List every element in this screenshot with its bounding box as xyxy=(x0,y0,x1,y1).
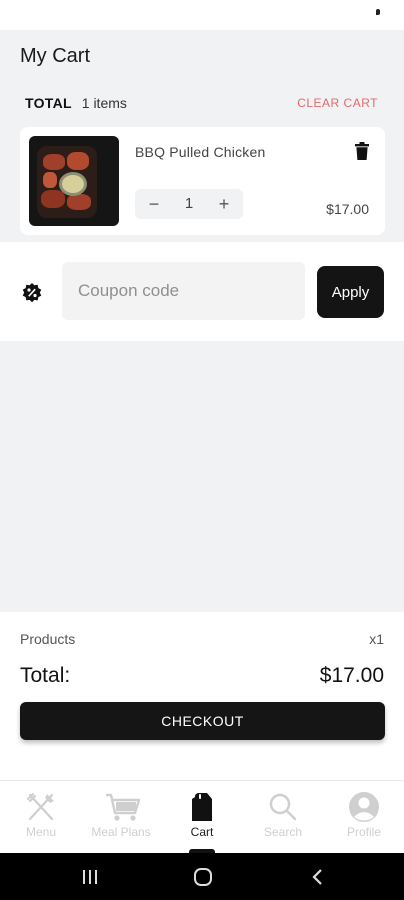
nav-item-search[interactable]: Search xyxy=(243,781,323,854)
item-price: $17.00 xyxy=(326,201,369,217)
bottom-nav: Menu Meal Plans Cart Search Profile xyxy=(0,780,404,854)
increase-quantity-button[interactable]: + xyxy=(207,189,241,219)
recent-apps-icon[interactable] xyxy=(82,867,98,887)
coupon-section: Apply xyxy=(0,242,404,341)
shopping-cart-icon xyxy=(105,791,141,823)
product-image xyxy=(29,136,119,226)
nav-label-cart: Cart xyxy=(190,825,214,839)
quantity-value: 1 xyxy=(184,195,194,212)
fork-knife-icon xyxy=(25,791,57,823)
home-icon[interactable] xyxy=(193,867,213,887)
nav-item-profile[interactable]: Profile xyxy=(324,781,404,854)
summary-total-label: Total: xyxy=(20,664,71,687)
checkout-button[interactable]: CHECKOUT xyxy=(20,702,385,740)
nav-label-search: Search xyxy=(263,825,303,839)
discount-icon xyxy=(22,283,42,303)
cart-item: BBQ Pulled Chicken − 1 + $17.00 xyxy=(20,127,385,235)
bag-icon xyxy=(186,791,218,823)
nav-item-cart[interactable]: Cart xyxy=(162,781,242,854)
item-name: BBQ Pulled Chicken xyxy=(135,144,266,160)
total-label: TOTAL xyxy=(25,95,72,111)
search-icon xyxy=(267,791,299,823)
nav-item-meal-plans[interactable]: Meal Plans xyxy=(81,781,161,854)
coupon-code-input[interactable] xyxy=(62,262,305,320)
products-quantity: x1 xyxy=(369,631,384,647)
quantity-stepper: − 1 + xyxy=(135,189,243,219)
item-count: 1 items xyxy=(81,95,127,111)
apply-coupon-button[interactable]: Apply xyxy=(317,266,384,318)
profile-icon xyxy=(348,791,380,823)
back-icon[interactable] xyxy=(310,867,324,887)
nav-label-menu: Menu xyxy=(25,825,57,839)
summary-total-value: $17.00 xyxy=(319,664,384,687)
nav-item-menu[interactable]: Menu xyxy=(1,781,81,854)
clear-cart-button[interactable]: CLEAR CART xyxy=(297,96,378,110)
sauce-cup xyxy=(59,172,87,196)
system-navigation-bar xyxy=(0,853,404,900)
nav-label-profile: Profile xyxy=(346,825,381,839)
status-indicator-icon xyxy=(376,9,380,15)
order-summary: Products x1 Total: $17.00 CHECKOUT xyxy=(0,612,404,780)
products-label: Products xyxy=(20,631,76,647)
page-title: My Cart xyxy=(20,45,90,67)
cart-total-row: TOTAL 1 items xyxy=(25,95,127,111)
decrease-quantity-button[interactable]: − xyxy=(137,189,171,219)
food-tray xyxy=(37,146,97,218)
trash-icon[interactable] xyxy=(355,142,369,160)
status-bar xyxy=(0,0,404,30)
nav-label-meal-plans: Meal Plans xyxy=(91,825,151,839)
